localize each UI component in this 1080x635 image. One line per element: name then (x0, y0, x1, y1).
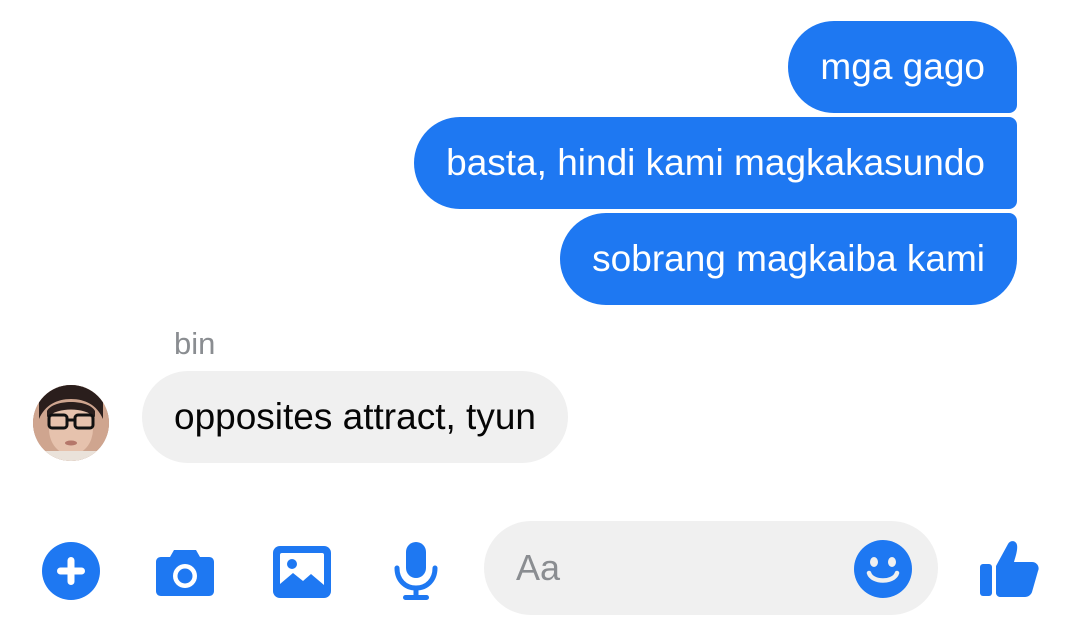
photo-icon[interactable] (271, 540, 333, 602)
chat-screen: mga gago basta, hindi kami magkakasundo … (0, 0, 1080, 635)
emoji-icon[interactable] (853, 539, 913, 599)
thumbs-up-icon[interactable] (978, 536, 1042, 600)
camera-icon[interactable] (154, 540, 216, 602)
incoming-message[interactable]: opposites attract, tyun (142, 371, 568, 463)
microphone-icon[interactable] (385, 540, 447, 602)
avatar[interactable] (33, 385, 109, 461)
outgoing-message[interactable]: sobrang magkaiba kami (560, 213, 1017, 305)
avatar-image (33, 385, 109, 461)
sender-name: bin (174, 326, 216, 361)
plus-circle-icon[interactable] (40, 540, 102, 602)
message-input[interactable] (516, 521, 836, 615)
outgoing-message[interactable]: mga gago (788, 21, 1017, 113)
outgoing-message[interactable]: basta, hindi kami magkakasundo (414, 117, 1017, 209)
message-composer[interactable] (484, 521, 938, 615)
